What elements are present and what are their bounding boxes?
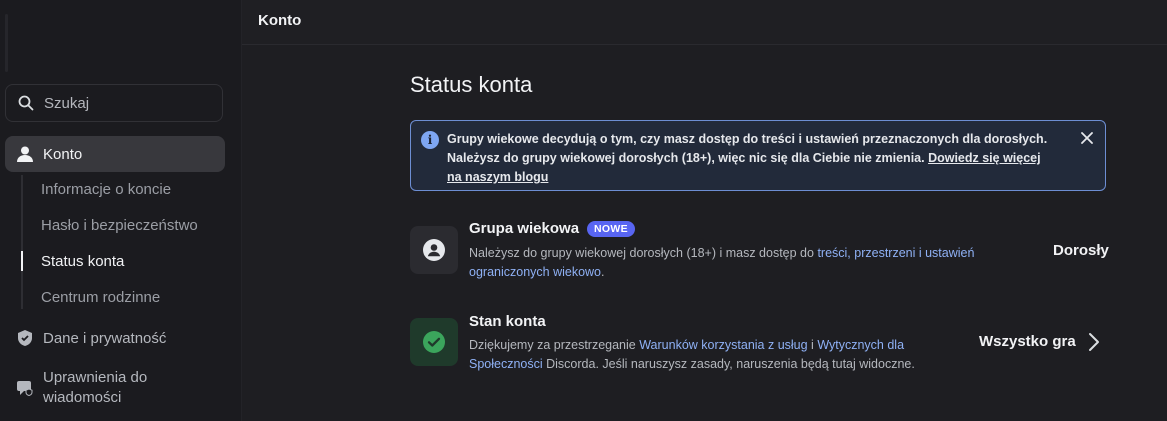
- age-group-icon: [410, 226, 458, 274]
- new-badge: NOWE: [587, 220, 635, 237]
- age-group-description: Należysz do grupy wiekowej dorosłych (18…: [469, 244, 1014, 282]
- account-state-desc-b: Discorda. Jeśli naruszysz zasady, narusz…: [542, 357, 915, 371]
- age-group-title-row: Grupa wiekowa NOWE: [469, 220, 635, 237]
- account-state-value[interactable]: Wszystko gra: [979, 333, 1076, 350]
- chat-shield-icon: [15, 378, 35, 398]
- sidebar-item-label-line2: wiadomości: [43, 389, 122, 406]
- age-group-title: Grupa wiekowa: [469, 220, 580, 237]
- sidebar-item-label: Uprawnienia do wiadomości: [43, 368, 147, 408]
- account-state-desc-mid: i: [807, 338, 818, 352]
- age-group-desc-a: Należysz do grupy wiekowej dorosłych (18…: [469, 246, 818, 260]
- shield-icon: [15, 328, 35, 348]
- close-icon[interactable]: [1079, 130, 1095, 146]
- sub-nav-line: [21, 175, 23, 309]
- chevron-right-icon[interactable]: [1087, 332, 1101, 357]
- sidebar-item-label: Dane i prywatność: [43, 329, 167, 347]
- sidebar-subitem-centrum[interactable]: Centrum rodzinne: [41, 289, 160, 306]
- search-input[interactable]: Szukaj: [5, 84, 223, 122]
- page-title: Status konta: [410, 72, 533, 97]
- search-icon: [18, 95, 34, 111]
- sidebar-item-konto[interactable]: Konto: [5, 136, 225, 172]
- age-group-value: Dorosły: [1053, 242, 1109, 259]
- account-state-description: Dziękujemy za przestrzeganie Warunków ko…: [469, 336, 964, 374]
- sidebar-subitem-haslo[interactable]: Hasło i bezpieczeństwo: [41, 217, 198, 234]
- sidebar-subitem-status[interactable]: Status konta: [41, 253, 124, 270]
- sidebar-item-dane[interactable]: Dane i prywatność: [5, 320, 225, 356]
- account-state-desc-a: Dziękujemy za przestrzeganie: [469, 338, 640, 352]
- info-icon: i: [421, 131, 439, 149]
- sidebar-subitem-informacje[interactable]: Informacje o koncie: [41, 181, 171, 198]
- notice-line1: Grupy wiekowe decydują o tym, czy masz d…: [447, 132, 1048, 146]
- sidebar-item-uprawnienia[interactable]: Uprawnienia do wiadomości: [5, 366, 225, 410]
- page-header: Konto: [242, 0, 1167, 45]
- sidebar-item-label: Konto: [43, 145, 83, 163]
- notice-text: Grupy wiekowe decydują o tym, czy masz d…: [447, 130, 1057, 187]
- info-notice: i Grupy wiekowe decydują o tym, czy masz…: [410, 120, 1106, 191]
- age-group-desc-b: .: [601, 265, 605, 279]
- sub-nav-active-marker: [21, 251, 23, 271]
- account-state-icon: [410, 318, 458, 366]
- sidebar-scroll-indicator: [5, 14, 8, 72]
- notice-line2: Należysz do grupy wiekowej dorosłych (18…: [447, 151, 929, 165]
- terms-link[interactable]: Warunków korzystania z usług: [639, 338, 807, 352]
- header-title: Konto: [258, 12, 302, 29]
- user-icon: [15, 144, 35, 164]
- settings-sidebar: Szukaj Konto Informacje o koncie Hasło i…: [0, 0, 242, 421]
- account-state-title-row: Stan konta: [469, 313, 546, 330]
- account-state-title: Stan konta: [469, 313, 546, 330]
- sidebar-item-label-line1: Uprawnienia do: [43, 369, 148, 386]
- search-placeholder: Szukaj: [44, 94, 90, 112]
